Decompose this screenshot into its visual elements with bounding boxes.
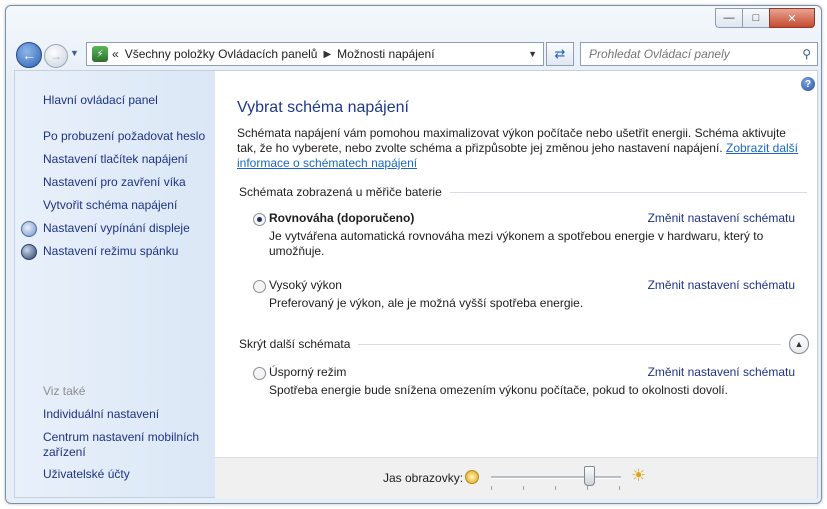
plan-balanced-name[interactable]: Rovnováha (doporučeno) <box>269 211 414 225</box>
sidebar-item-sleep[interactable]: Nastavení režimu spánku <box>43 244 178 259</box>
hidden-plans-label[interactable]: Skrýt další schémata <box>239 337 350 351</box>
address-bar[interactable]: ⚡ « Všechny položky Ovládacích panelů ▶ … <box>86 42 544 66</box>
task-pane: Hlavní ovládací panel Po probuzení požad… <box>15 71 215 497</box>
battery-plans-label: Schémata zobrazená u měřiče baterie <box>239 185 442 199</box>
sidebar-item-lid-close[interactable]: Nastavení pro zavření víka <box>43 175 186 190</box>
search-box[interactable]: ⚲ <box>580 42 818 66</box>
minimize-icon: — <box>723 12 735 24</box>
sidebar-item-require-password[interactable]: Po probuzení požadovat heslo <box>43 129 205 144</box>
see-also-mobility-center[interactable]: Centrum nastavení mobilních zařízení <box>43 430 208 460</box>
search-input[interactable] <box>587 46 791 62</box>
brightness-slider-thumb[interactable] <box>583 466 595 486</box>
help-icon[interactable]: ? <box>801 77 815 91</box>
plan-high-performance-radio[interactable] <box>253 280 266 293</box>
display-clock-icon <box>21 221 37 237</box>
back-arrow-icon: ← <box>22 47 36 63</box>
plan-balanced-description: Je vytvářena automatická rovnováha mezi … <box>269 229 764 258</box>
sidebar-item-display-off[interactable]: Nastavení vypínání displeje <box>43 221 190 236</box>
divider <box>358 343 781 345</box>
breadcrumb-separator-icon[interactable]: ▶ <box>323 49 331 60</box>
divider <box>449 191 807 193</box>
refresh-icon: ⇄ <box>554 46 566 61</box>
address-dropdown-icon[interactable]: ▼ <box>528 49 537 59</box>
forward-arrow-icon: → <box>50 49 62 63</box>
plan-high-performance-name[interactable]: Vysoký výkon <box>269 278 342 292</box>
bright-sun-icon: ☀ <box>631 466 647 485</box>
plan-high-performance-description: Preferovaný je výkon, ale je možná vyšší… <box>269 296 584 310</box>
plan-power-saver-radio[interactable] <box>253 367 266 380</box>
hidden-plans-heading: Skrýt další schémata ▲ <box>239 334 809 354</box>
intro-text: Schémata napájení vám pomohou maximalizo… <box>237 126 807 171</box>
sidebar-home-link[interactable]: Hlavní ovládací panel <box>43 93 158 108</box>
close-button[interactable]: ✕ <box>769 8 815 28</box>
search-icon[interactable]: ⚲ <box>802 47 811 61</box>
intro-description: Schémata napájení vám pomohou maximalizo… <box>237 126 786 155</box>
sidebar-item-create-plan[interactable]: Vytvořit schéma napájení <box>43 198 177 213</box>
plan-power-saver-name[interactable]: Úsporný režim <box>269 365 346 379</box>
plan-high-performance-change-link[interactable]: Změnit nastavení schématu <box>648 278 795 292</box>
breadcrumb-prefix: « <box>112 47 119 61</box>
breadcrumb-power-options[interactable]: Možnosti napájení <box>337 47 434 61</box>
battery-plans-heading: Schémata zobrazená u měřiče baterie <box>239 185 807 199</box>
recent-pages-dropdown[interactable]: ▼ <box>70 48 79 58</box>
see-also-personalization[interactable]: Individuální nastavení <box>43 407 159 422</box>
maximize-button[interactable]: □ <box>742 8 770 28</box>
navigation-bar: ← → ▼ ⚡ « Všechny položky Ovládacích pan… <box>14 40 818 68</box>
caption-buttons: — □ ✕ <box>715 8 815 28</box>
sidebar-item-power-buttons[interactable]: Nastavení tlačítek napájení <box>43 152 188 167</box>
plan-power-saver-description: Spotřeba energie bude snížena omezením v… <box>269 383 728 397</box>
back-button[interactable]: ← <box>16 42 42 68</box>
breadcrumb-all-items[interactable]: Všechny položky Ovládacích panelů <box>125 47 318 61</box>
collapse-chevron-icon[interactable]: ▲ <box>789 334 809 354</box>
content-area: Hlavní ovládací panel Po probuzení požad… <box>14 70 818 498</box>
refresh-button[interactable]: ⇄ <box>546 42 574 66</box>
plan-power-saver-change-link[interactable]: Změnit nastavení schématu <box>648 365 795 379</box>
sleep-moon-icon <box>21 244 37 260</box>
brightness-slider-track[interactable] <box>491 476 621 479</box>
minimize-button[interactable]: — <box>715 8 743 28</box>
plan-balanced-change-link[interactable]: Změnit nastavení schématu <box>648 211 795 225</box>
page-title: Vybrat schéma napájení <box>237 99 409 116</box>
brightness-label: Jas obrazovky: <box>383 471 464 485</box>
brightness-slider-ticks <box>491 486 621 490</box>
control-panel-icon: ⚡ <box>92 46 108 62</box>
forward-button[interactable]: → <box>44 44 68 68</box>
plan-balanced-radio[interactable] <box>253 213 266 226</box>
dim-sun-icon <box>465 470 479 484</box>
maximize-icon: □ <box>752 12 760 24</box>
see-also-heading: Viz také <box>43 384 86 398</box>
brightness-bar: Jas obrazovky: ☀ <box>215 457 817 498</box>
see-also-user-accounts[interactable]: Uživatelské účty <box>43 467 130 482</box>
close-icon: ✕ <box>787 12 797 25</box>
control-panel-window: — □ ✕ ← → ▼ ⚡ « Všechny položky Ovládací… <box>5 5 822 504</box>
